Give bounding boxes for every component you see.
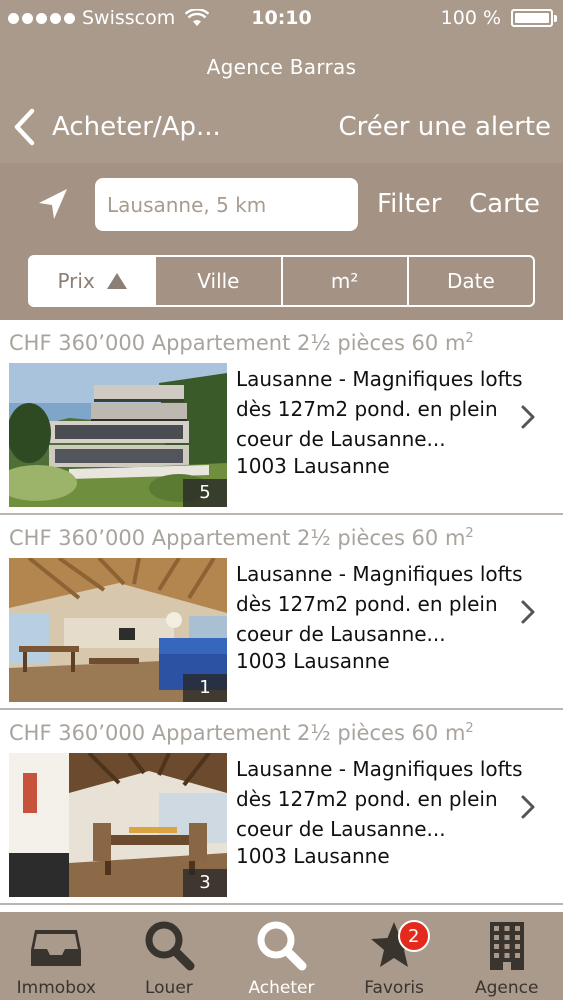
listing-price-summary: CHF 360’000 Appartement 2½ pièces 60 m2 bbox=[9, 331, 474, 355]
tab-agence[interactable]: Agence bbox=[450, 912, 563, 1000]
tab-agence-label: Agence bbox=[474, 978, 539, 998]
building-icon bbox=[489, 922, 524, 970]
property-list: CHF 360’000 Appartement 2½ pièces 60 m2 bbox=[0, 320, 563, 905]
area-unit-superscript: 2 bbox=[465, 721, 474, 736]
property-photo: 5 bbox=[9, 363, 227, 507]
sort-by-price-segment[interactable]: Prix bbox=[30, 257, 155, 305]
search-icon bbox=[145, 921, 195, 971]
back-button[interactable]: Acheter/Ap... bbox=[12, 108, 221, 146]
search-icon bbox=[257, 921, 307, 971]
tab-favoris-label: Favoris bbox=[364, 978, 424, 998]
tab-bar: Immobox Louer Acheter Favoris 2 Agence bbox=[0, 912, 563, 1000]
search-filter-bar: Filter Carte Prix Ville m² Date bbox=[0, 163, 563, 320]
sort-by-price-label: Prix bbox=[57, 269, 95, 293]
battery-info: 100 % bbox=[440, 7, 557, 29]
listing-price-summary: CHF 360’000 Appartement 2½ pièces 60 m2 bbox=[9, 526, 474, 550]
property-list-item[interactable]: CHF 360’000 Appartement 2½ pièces 60 m2 bbox=[0, 515, 563, 710]
listing-price-text: CHF 360’000 Appartement 2½ pièces 60 m bbox=[9, 331, 466, 355]
map-button[interactable]: Carte bbox=[469, 189, 540, 219]
photo-count-badge: 5 bbox=[183, 479, 227, 507]
location-search-input[interactable] bbox=[95, 178, 358, 231]
inbox-icon bbox=[31, 930, 82, 966]
agency-name: Agence Barras bbox=[206, 55, 357, 79]
listing-title: Lausanne - Magnifiques lofts dès 127m2 p… bbox=[236, 757, 523, 841]
area-unit-superscript: 2 bbox=[465, 331, 474, 346]
listing-price-text: CHF 360’000 Appartement 2½ pièces 60 m bbox=[9, 526, 466, 550]
listing-location: 1003 Lausanne bbox=[236, 844, 390, 868]
status-bar: Swisscom 10:10 100 % bbox=[0, 0, 563, 38]
photo-count-badge: 3 bbox=[183, 869, 227, 897]
tab-immobox[interactable]: Immobox bbox=[0, 912, 113, 1000]
sort-ascending-icon bbox=[106, 273, 127, 289]
chevron-right-icon bbox=[521, 405, 535, 429]
sort-segmented-control: Prix Ville m² Date bbox=[28, 255, 535, 307]
favorites-count-badge: 2 bbox=[397, 920, 430, 952]
sort-by-area-segment[interactable]: m² bbox=[280, 257, 407, 305]
battery-percent: 100 % bbox=[440, 7, 501, 29]
area-unit-superscript: 2 bbox=[465, 526, 474, 541]
listing-location: 1003 Lausanne bbox=[236, 649, 390, 673]
filter-button[interactable]: Filter bbox=[377, 189, 441, 219]
tab-louer-label: Louer bbox=[144, 978, 193, 998]
location-arrow-icon[interactable] bbox=[37, 187, 69, 221]
tab-favoris[interactable]: Favoris 2 bbox=[338, 912, 451, 1000]
listing-price-summary: CHF 360’000 Appartement 2½ pièces 60 m2 bbox=[9, 721, 474, 745]
sort-by-date-segment[interactable]: Date bbox=[406, 257, 533, 305]
tab-acheter[interactable]: Acheter bbox=[225, 912, 338, 1000]
tab-acheter-label: Acheter bbox=[248, 978, 315, 998]
listing-location: 1003 Lausanne bbox=[236, 454, 390, 478]
listing-title: Lausanne - Magnifiques lofts dès 127m2 p… bbox=[236, 562, 523, 646]
property-photo: 1 bbox=[9, 558, 227, 702]
sort-by-city-segment[interactable]: Ville bbox=[154, 257, 280, 305]
tab-immobox-label: Immobox bbox=[16, 978, 96, 998]
photo-count-badge: 1 bbox=[183, 674, 227, 702]
create-alert-button[interactable]: Créer une alerte bbox=[339, 112, 551, 142]
property-list-item[interactable]: CHF 360’000 Appartement 2½ pièces 60 m2 bbox=[0, 320, 563, 515]
chevron-right-icon bbox=[521, 795, 535, 819]
navigation-header: Swisscom 10:10 100 % Agence Barras Achet… bbox=[0, 0, 563, 163]
chevron-right-icon bbox=[521, 600, 535, 624]
listing-price-text: CHF 360’000 Appartement 2½ pièces 60 m bbox=[9, 721, 466, 745]
listing-title: Lausanne - Magnifiques lofts dès 127m2 p… bbox=[236, 367, 523, 451]
back-button-label: Acheter/Ap... bbox=[52, 112, 221, 142]
property-list-item[interactable]: CHF 360’000 Appartement 2½ pièces 60 m2 … bbox=[0, 710, 563, 905]
chevron-left-icon bbox=[14, 108, 35, 146]
battery-icon bbox=[511, 9, 557, 27]
tab-louer[interactable]: Louer bbox=[113, 912, 226, 1000]
property-photo: 3 bbox=[9, 753, 227, 897]
